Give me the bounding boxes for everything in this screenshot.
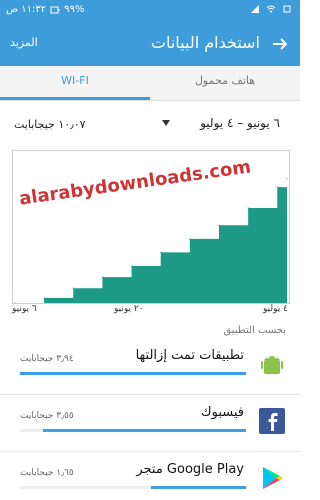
chart-tick-label: ٦ يونيو <box>12 304 37 314</box>
status-right <box>250 4 292 14</box>
chart-axis-labels: ٦ يونيو ٢٠ يونيو ٤ يوليو <box>12 304 288 320</box>
usage-bar <box>20 486 246 489</box>
play-store-icon <box>263 467 283 489</box>
app-usage-list: تطبيقات تمت إزالتها ٣٫٩٤ جيجابايت فيسبوك… <box>0 338 300 500</box>
active-tab-indicator <box>0 97 150 100</box>
wifi-icon <box>266 5 276 13</box>
date-range-label[interactable]: ٦ يونيو – ٤ يوليو <box>200 116 280 130</box>
status-left: ١١:٣٢ ص ٩٩% <box>6 4 84 15</box>
status-time: ١١:٣٢ ص <box>6 4 47 15</box>
tab-wifi[interactable]: WI-FI <box>0 66 150 100</box>
status-bar: ١١:٣٢ ص ٩٩% <box>0 0 300 22</box>
android-icon <box>261 356 283 374</box>
chart-tick-label: ٤ يوليو <box>263 304 288 314</box>
usage-data-point <box>130 265 133 267</box>
battery-icon <box>50 6 60 13</box>
signal-icon <box>251 5 259 13</box>
list-item[interactable]: متجر Google Play ١٫٦٥ جيجابايت <box>0 452 300 500</box>
usage-data-point <box>72 287 74 289</box>
usage-data-point <box>14 302 16 303</box>
usage-bar-fill <box>42 429 246 432</box>
usage-bar-fill <box>151 486 246 489</box>
facebook-icon <box>259 408 285 434</box>
usage-bar <box>20 372 246 375</box>
notification-icon <box>283 5 291 13</box>
date-range-row[interactable]: ٦ يونيو – ٤ يوليو ١٠٫٠٧ جيجابايت <box>0 106 300 140</box>
dropdown-arrow-icon[interactable] <box>162 120 170 126</box>
app-size: ١٫٦٥ جيجابايت <box>20 468 74 478</box>
total-usage: ١٠٫٠٧ جيجابايت <box>14 118 86 131</box>
tab-mobile[interactable]: هاتف محمول <box>150 66 300 100</box>
usage-data-point <box>276 186 278 188</box>
usage-data-point <box>247 207 249 209</box>
usage-data-point <box>101 276 104 278</box>
data-usage-screen: ١١:٣٢ ص ٩٩% استخدام البيانات المزيد WI-F… <box>0 0 300 500</box>
app-size: ٣٫٩٤ جيجابايت <box>20 354 74 364</box>
app-name: تطبيقات تمت إزالتها <box>135 348 244 363</box>
more-button[interactable]: المزيد <box>10 36 38 49</box>
usage-data-point <box>286 178 288 180</box>
tabs-bar: WI-FI هاتف محمول <box>0 66 300 101</box>
usage-data-point <box>160 251 162 254</box>
usage-data-point <box>189 238 191 240</box>
usage-data-point <box>218 224 220 226</box>
list-item[interactable]: تطبيقات تمت إزالتها ٣٫٩٤ جيجابايت <box>0 338 300 395</box>
usage-data-point <box>43 297 45 299</box>
app-name: فيسبوك <box>200 405 244 420</box>
chart-tick-label: ٢٠ يونيو <box>114 304 144 314</box>
app-name: متجر Google Play <box>136 462 244 477</box>
usage-bar <box>20 429 246 432</box>
section-header: بحسب التطبيق <box>223 325 286 336</box>
app-bar: استخدام البيانات المزيد <box>0 22 300 66</box>
back-arrow-icon[interactable] <box>270 34 290 54</box>
battery-percent: ٩٩% <box>64 4 85 15</box>
list-item[interactable]: فيسبوك ٣٫٥٥ جيجابايت <box>0 395 300 452</box>
app-size: ٣٫٥٥ جيجابايت <box>20 411 74 421</box>
usage-bar-fill <box>20 372 246 375</box>
page-title: استخدام البيانات <box>150 33 260 52</box>
